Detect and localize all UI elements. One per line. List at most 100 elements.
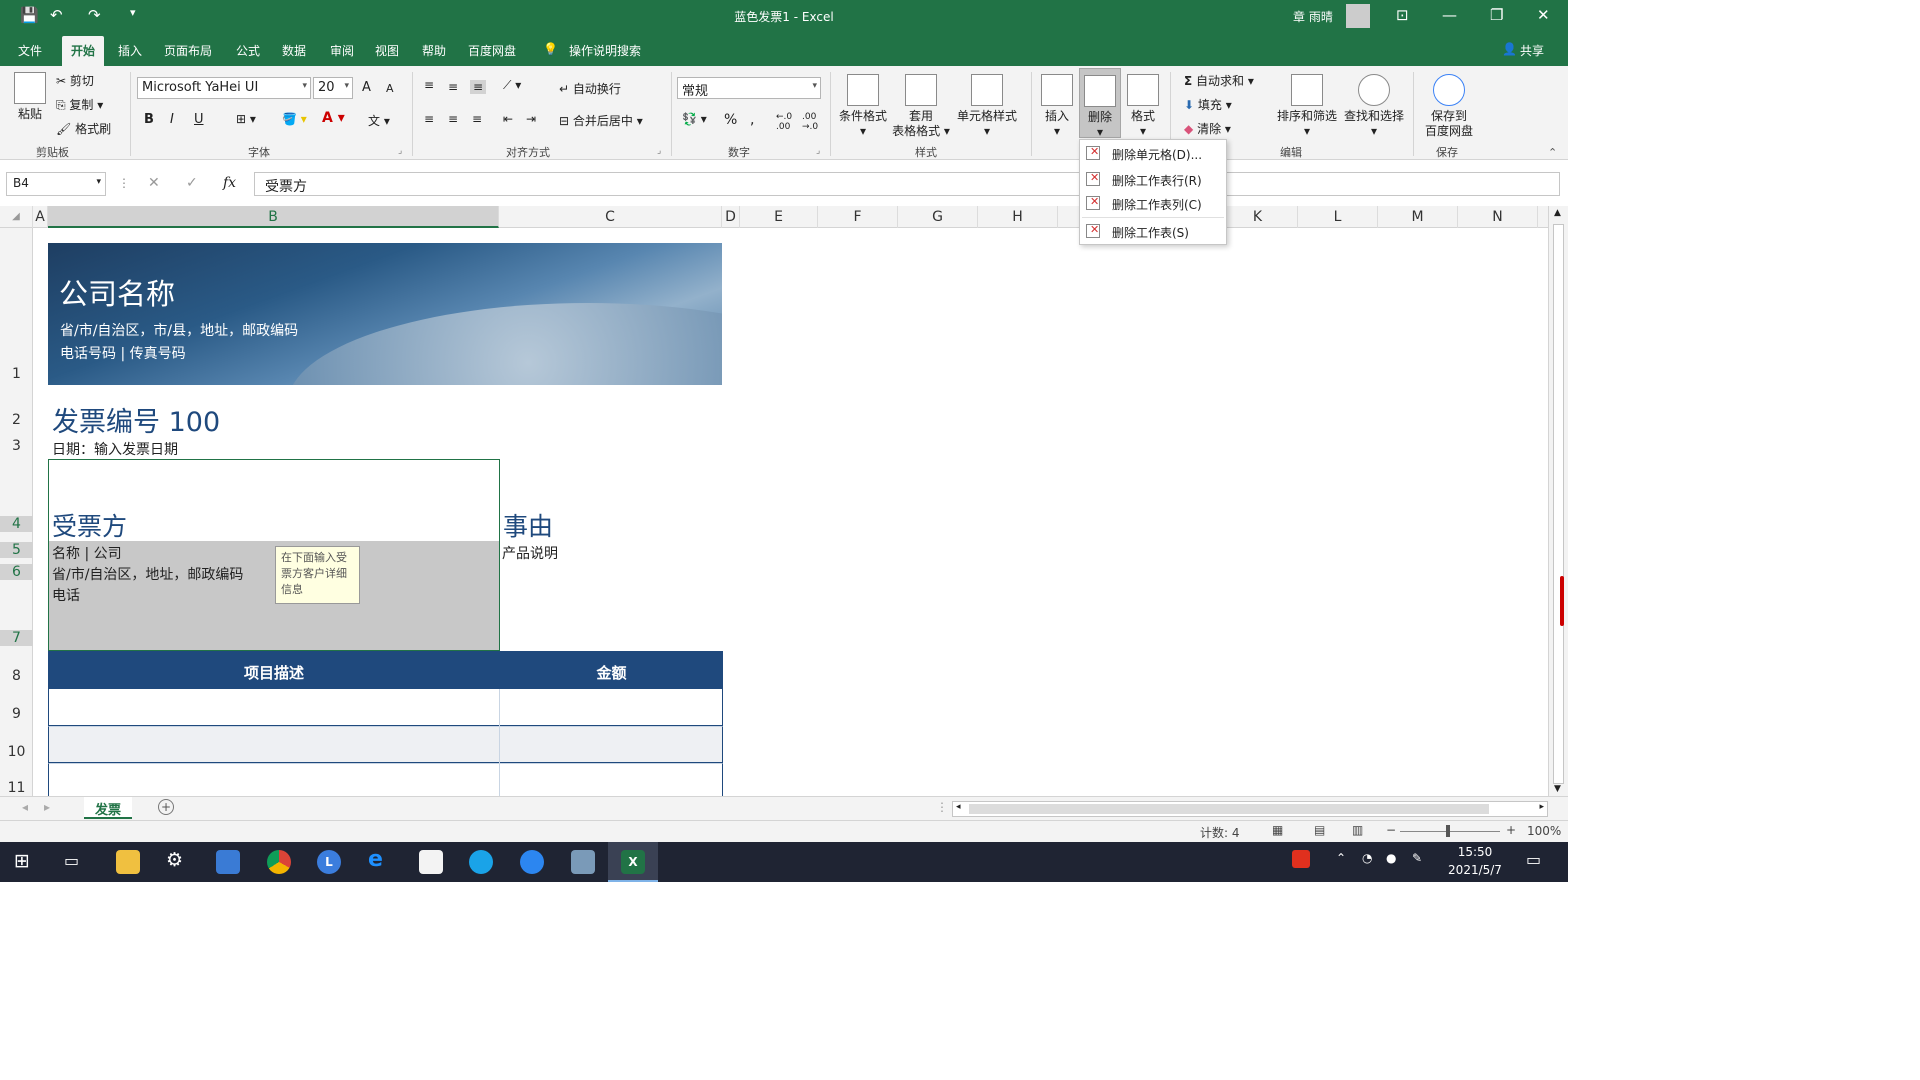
page-break-view-icon[interactable]: ▥ [1352,823,1363,837]
shrink-font-button[interactable]: A [386,82,394,95]
table-row[interactable] [48,763,723,796]
recipient-phone[interactable]: 电话 [52,585,80,605]
find-select-button[interactable]: 查找和选择 ▾ [1342,74,1406,139]
font-size-select[interactable]: 20 ▾ [313,77,353,99]
pen-icon[interactable]: ✎ [1412,851,1422,865]
row-header-5[interactable]: 5 [0,542,33,558]
cancel-icon[interactable]: ✕ [148,175,160,191]
decrease-decimal-icon[interactable]: .00 →.0 [802,112,818,132]
column-header-k[interactable]: K [1218,206,1298,228]
copy-button[interactable]: ⎘ 复制 ▾ [56,96,103,113]
bold-button[interactable]: B [144,112,154,127]
decrease-indent-icon[interactable]: ⇤ [503,112,513,126]
orientation-icon[interactable]: ⟋ ▾ [503,78,521,93]
chrome-icon[interactable] [267,850,291,874]
app-l-icon[interactable]: L [317,850,341,874]
split-handle[interactable]: ⋮ [936,800,948,814]
row-header-7[interactable]: 7 [0,630,33,646]
company-phone-fax[interactable]: 电话号码 | 传真号码 [60,343,186,363]
fill-button[interactable]: ⬇ 填充 ▾ [1184,96,1232,113]
table-row[interactable] [48,689,723,726]
paste-button[interactable]: 粘贴 [10,72,50,122]
align-center-icon[interactable]: ≡ [448,112,458,126]
comma-icon[interactable]: , [750,112,754,128]
collapse-ribbon-icon[interactable]: ⌃ [1548,146,1557,159]
tab-review[interactable]: 审阅 [330,42,354,59]
internet-explorer-icon[interactable]: e [368,847,383,872]
taskbar-excel-active[interactable]: X [608,842,658,882]
h-scroll-thumb[interactable] [969,804,1489,814]
tab-file[interactable]: 文件 [18,42,42,59]
clock-date[interactable]: 2021/5/7 [1448,863,1502,877]
italic-button[interactable]: I [170,112,174,127]
insert-function-button[interactable]: fx [223,175,236,191]
invoice-date[interactable]: 日期：输入发票日期 [52,439,178,459]
zoom-slider[interactable] [1400,831,1500,832]
dialog-launcher-icon[interactable]: ⌟ [816,146,820,156]
row-header-8[interactable]: 8 [0,668,33,684]
menu-item-delete-cells[interactable]: 删除单元格(D)... [1080,142,1226,166]
row-header-3[interactable]: 3 [0,438,33,454]
increase-decimal-icon[interactable]: ←.0.00 [776,112,792,132]
product-description[interactable]: 产品说明 [502,543,558,563]
phonetic-icon[interactable]: 文 ▾ [368,112,390,129]
vertical-scrollbar[interactable]: ▲ ▼ [1548,206,1568,798]
format-cells-button[interactable]: 格式 ▾ [1124,74,1162,139]
next-sheet-icon[interactable]: ▸ [44,800,50,814]
column-header-f[interactable]: F [818,206,898,228]
grow-font-button[interactable]: A [362,80,371,95]
edge-icon[interactable] [469,850,493,874]
store-icon[interactable] [419,850,443,874]
qq-icon[interactable]: ● [1386,851,1396,865]
worksheet-grid[interactable]: 公司名称 省/市/自治区，市/县，地址，邮政编码 电话号码 | 传真号码 发票编… [33,228,1548,796]
row-header-6[interactable]: 6 [0,564,33,580]
border-icon[interactable]: ⊞ ▾ [236,112,256,126]
sheet-tab-invoice[interactable]: 发票 [84,797,132,819]
normal-view-icon[interactable]: ▦ [1272,823,1283,837]
maximize-icon[interactable]: ❐ [1490,6,1503,24]
menu-item-delete-rows[interactable]: 删除工作表行(R) [1080,168,1226,192]
row-header-1[interactable]: 1 [0,366,33,382]
format-painter-button[interactable]: 🖌 格式刷 [56,120,111,137]
number-format-select[interactable]: 常规 ▾ [677,77,821,99]
task-view-icon[interactable]: ▭ [64,851,79,870]
align-top-icon[interactable]: ≡ [424,78,434,92]
settings-gear-icon[interactable]: ⚙ [166,849,183,871]
row-header-10[interactable]: 10 [0,744,33,760]
cell-styles-button[interactable]: 单元格样式 ▾ [954,74,1020,139]
tab-insert[interactable]: 插入 [118,42,142,59]
recipient-name-company[interactable]: 名称 | 公司 [52,543,122,563]
column-header-l[interactable]: L [1298,206,1378,228]
clear-button[interactable]: ◆ 清除 ▾ [1184,120,1231,137]
tab-page-layout[interactable]: 页面布局 [164,42,212,59]
scroll-left-icon[interactable]: ◂ [956,802,961,812]
lightbulb-icon[interactable]: 💡 [543,42,558,56]
column-header-n[interactable]: N [1458,206,1538,228]
column-header-m[interactable]: M [1378,206,1458,228]
insert-cells-button[interactable]: 插入 ▾ [1038,74,1076,139]
tab-home[interactable]: 开始 [62,36,105,66]
column-header-g[interactable]: G [898,206,978,228]
align-right-icon[interactable]: ≡ [472,112,482,126]
row-header-2[interactable]: 2 [0,412,33,428]
align-middle-icon[interactable]: ≡ [448,80,458,94]
percent-button[interactable]: % [724,112,737,128]
currency-icon[interactable]: 💱 ▾ [682,112,707,126]
prev-sheet-icon[interactable]: ◂ [22,800,28,814]
bill-to-heading[interactable]: 受票方 [52,507,127,543]
photos-icon[interactable] [216,850,240,874]
name-box[interactable]: B4 ▾ [6,172,106,196]
menu-item-delete-sheet[interactable]: 删除工作表(S) [1080,220,1226,244]
column-header-d[interactable]: D [722,206,740,228]
user-name[interactable]: 章 雨晴 [1293,8,1333,25]
increase-indent-icon[interactable]: ⇥ [526,112,536,126]
add-sheet-icon[interactable]: + [158,799,174,815]
tab-help[interactable]: 帮助 [422,42,446,59]
minimize-icon[interactable]: — [1442,6,1457,24]
font-color-icon[interactable]: A ▾ [322,110,345,126]
tray-expand-icon[interactable]: ⌃ [1336,851,1346,865]
font-name-select[interactable]: Microsoft YaHei UI ▾ [137,77,311,99]
wrap-text-button[interactable]: ↵ 自动换行 [559,80,621,97]
share-button[interactable]: 共享 [1520,42,1544,59]
underline-button[interactable]: U [194,112,204,127]
